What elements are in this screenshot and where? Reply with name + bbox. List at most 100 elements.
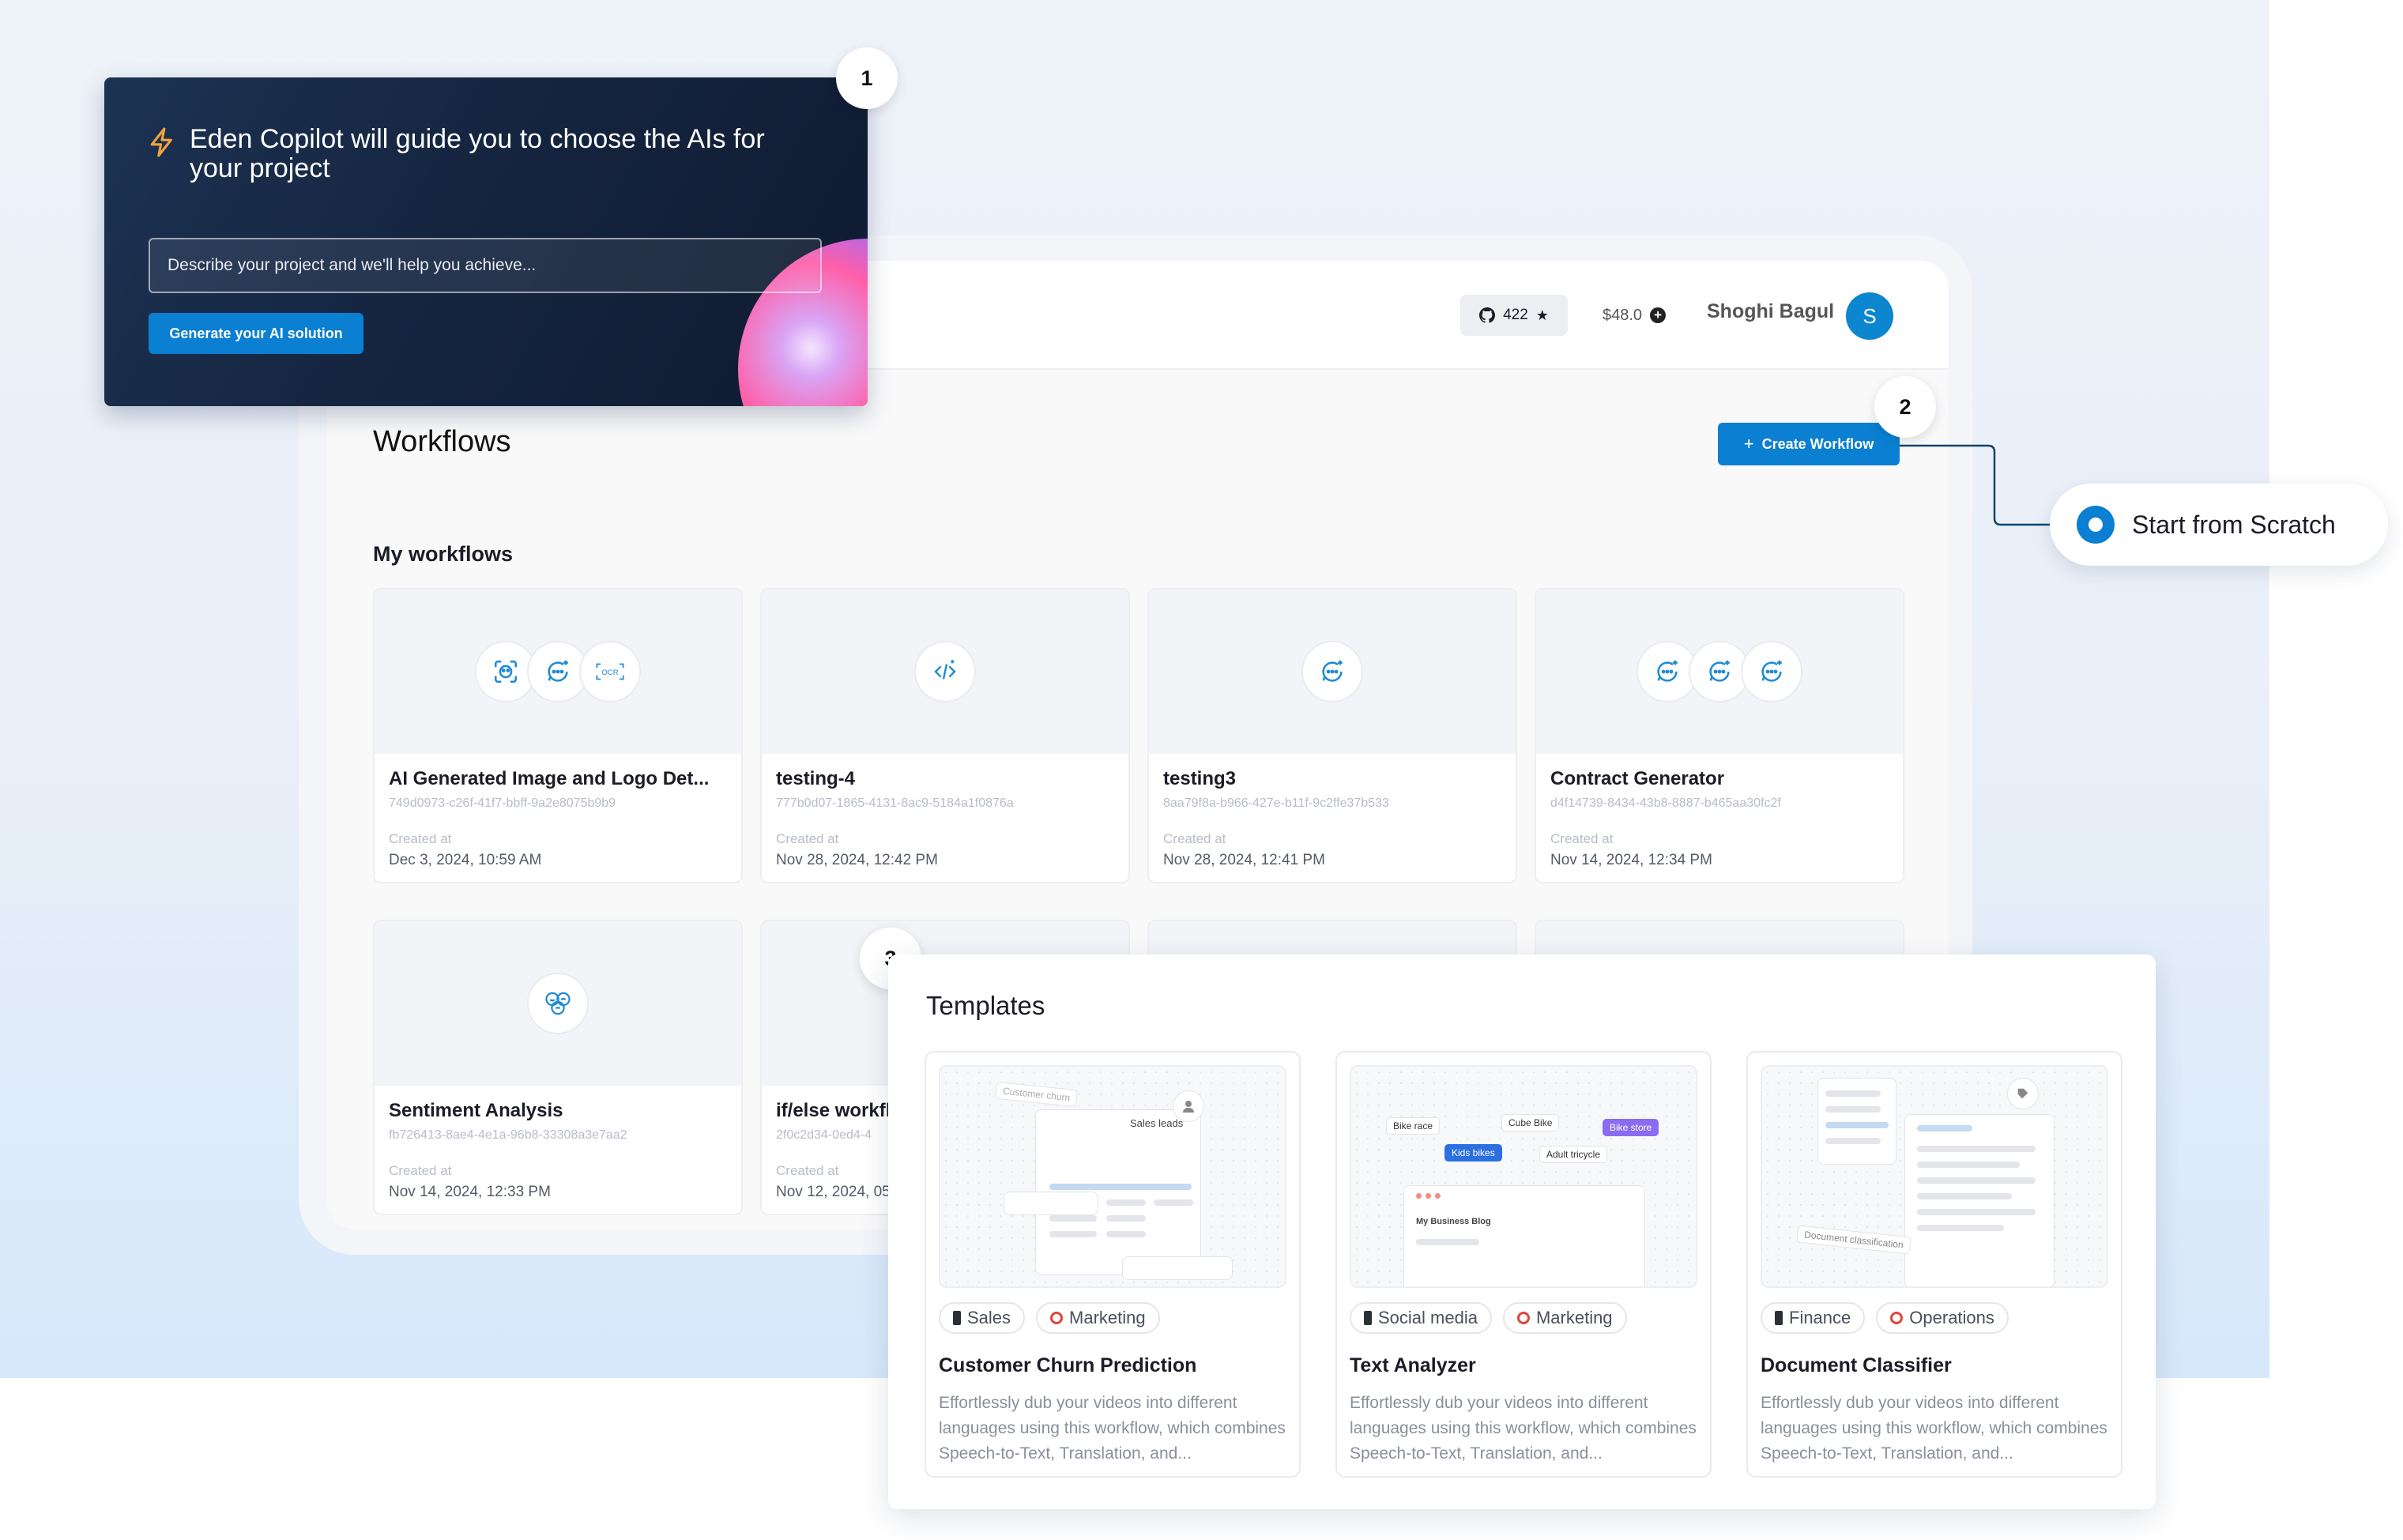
plus-icon: + (1743, 434, 1754, 454)
tag-marketing: Marketing (1502, 1302, 1627, 1334)
user-name[interactable]: Shoghi Bagul (1707, 300, 1834, 323)
preview-chip: Cube Bike (1501, 1114, 1560, 1131)
chat-sparkle-icon (1301, 641, 1363, 702)
created-at-date: Nov 28, 2024, 12:41 PM (1163, 852, 1325, 868)
workflow-thumbnail: OCR (375, 589, 741, 754)
workflow-name: AI Generated Image and Logo Det... (389, 768, 710, 789)
workflow-name: testing-4 (776, 768, 856, 789)
workflow-card[interactable]: Contract Generator d4f14739-8434-43b8-88… (1535, 588, 1904, 883)
created-at-date: Nov 14, 2024, 12:34 PM (1550, 852, 1712, 868)
preview-line (1917, 1209, 2036, 1215)
workflow-id: 749d0973-c26f-41f7-bbff-9a2e8075b9b9 (389, 796, 616, 810)
template-tags: Finance Operations (1761, 1302, 2009, 1334)
sentiment-icon (527, 973, 589, 1034)
add-credits-icon[interactable]: + (1650, 307, 1667, 323)
tag-finance: Finance (1761, 1302, 1866, 1334)
tag-label: Sales (967, 1308, 1011, 1327)
step-badge-1: 1 (836, 47, 898, 109)
created-at-date: Nov 28, 2024, 12:42 PM (776, 852, 938, 868)
step-badge-2: 2 (1874, 376, 1936, 438)
tag-operations: Operations (1876, 1302, 2009, 1334)
workflow-card[interactable]: testing-4 777b0d07-1865-4131-8ac9-5184a1… (760, 588, 1130, 883)
template-name: Customer Churn Prediction (939, 1354, 1197, 1376)
tag-label: Marketing (1069, 1308, 1146, 1327)
template-card[interactable]: Bike race Cube Bike Bike store Kids bike… (1335, 1051, 1712, 1478)
preview-chip: Bike store (1603, 1119, 1659, 1136)
generate-ai-solution-button[interactable]: Generate your AI solution (149, 313, 363, 354)
template-preview: Customer churn Sales leads (939, 1065, 1286, 1288)
workflow-card[interactable]: OCR AI Generated Image and Logo Det... 7… (373, 588, 743, 883)
preview-text: Sales leads (1130, 1117, 1184, 1129)
preview-line (1106, 1215, 1146, 1222)
workflow-id: fb726413-8ae4-4e1a-96b8-33308a3e7aa2 (389, 1128, 627, 1142)
workflow-id: 8aa79f8a-b966-427e-b11f-9c2ffe37b533 (1163, 796, 1389, 810)
preview-blog-window (1403, 1185, 1645, 1286)
workflow-name: Contract Generator (1550, 768, 1725, 789)
start-from-scratch-option[interactable]: Start from Scratch (2050, 484, 2388, 566)
preview-line (1049, 1215, 1097, 1222)
preview-line (1917, 1146, 2036, 1152)
created-at-label: Created at (776, 831, 839, 846)
template-description: Effortlessly dub your videos into differ… (939, 1394, 1286, 1463)
preview-line (1106, 1199, 1146, 1206)
workflow-card[interactable]: Sentiment Analysis fb726413-8ae4-4e1a-96… (373, 920, 743, 1215)
user-icon (1173, 1090, 1204, 1122)
workflow-card[interactable]: testing3 8aa79f8a-b966-427e-b11f-9c2ffe3… (1147, 588, 1517, 883)
phone-icon (1775, 1311, 1783, 1325)
target-icon (1890, 1312, 1904, 1324)
copilot-title: Eden Copilot will guide you to choose th… (190, 124, 765, 183)
radio-selected-icon[interactable] (2077, 506, 2115, 544)
preview-line (1049, 1184, 1192, 1190)
tag-marketing: Marketing (1036, 1302, 1160, 1334)
project-description-input[interactable] (149, 238, 822, 293)
github-stars-count: 422 (1503, 307, 1528, 323)
template-description: Effortlessly dub your videos into differ… (1350, 1394, 1697, 1463)
workflow-id: d4f14739-8434-43b8-8887-b465aa30fc2f (1550, 796, 1781, 810)
created-at-label: Created at (1163, 831, 1226, 846)
tag-sales: Sales (939, 1302, 1026, 1334)
avatar[interactable]: S (1846, 292, 1893, 340)
tag-social-media: Social media (1350, 1302, 1492, 1334)
tag-label: Marketing (1535, 1308, 1613, 1327)
workflow-thumbnail (762, 589, 1128, 754)
preview-line (1106, 1231, 1146, 1237)
chat-sparkle-icon (1741, 641, 1802, 702)
create-workflow-button[interactable]: + Create Workflow (1718, 423, 1900, 465)
phone-icon (953, 1311, 961, 1325)
code-sparkle-icon (914, 641, 976, 702)
template-name: Text Analyzer (1350, 1354, 1476, 1376)
phone-icon (1364, 1311, 1372, 1325)
created-at-date: Dec 3, 2024, 10:59 AM (389, 852, 542, 868)
workflow-thumbnail (1536, 589, 1903, 754)
my-workflows-heading: My workflows (373, 542, 514, 566)
preview-line (1154, 1199, 1193, 1206)
target-icon (1050, 1312, 1064, 1324)
tag-label: Social media (1378, 1308, 1478, 1327)
workflow-thumbnail (375, 921, 741, 1086)
preview-line (1917, 1193, 2012, 1199)
created-at-label: Created at (389, 1163, 452, 1178)
template-preview: Bike race Cube Bike Bike store Kids bike… (1350, 1065, 1697, 1288)
created-at-label: Created at (389, 831, 452, 846)
template-card[interactable]: Customer churn Sales leads Sales Marketi… (925, 1051, 1301, 1478)
target-icon (1516, 1312, 1530, 1324)
preview-row (1004, 1192, 1098, 1215)
preview-line (1825, 1138, 1881, 1144)
created-at-date: Nov 14, 2024, 12:33 PM (389, 1184, 551, 1200)
templates-panel: Templates Customer churn Sales leads Sal… (888, 954, 2156, 1509)
template-card[interactable]: Document classification Finance Operatio… (1746, 1051, 2122, 1478)
github-stars-chip[interactable]: 422 ★ (1460, 295, 1568, 336)
tag-label: Finance (1789, 1308, 1851, 1327)
ocr-icon: OCR (579, 641, 641, 702)
preview-row (1122, 1256, 1233, 1280)
preview-line (1416, 1239, 1479, 1245)
connector-line (1900, 444, 2051, 526)
create-workflow-label: Create Workflow (1761, 435, 1874, 452)
start-from-scratch-label: Start from Scratch (2132, 510, 2336, 539)
github-icon (1479, 307, 1496, 323)
workflow-thumbnail (1149, 589, 1516, 754)
template-description: Effortlessly dub your videos into differ… (1761, 1394, 2107, 1463)
credits-balance[interactable]: $48.0 + (1603, 295, 1667, 336)
preview-line (1917, 1177, 2036, 1184)
tag-label: Operations (1909, 1308, 1994, 1327)
